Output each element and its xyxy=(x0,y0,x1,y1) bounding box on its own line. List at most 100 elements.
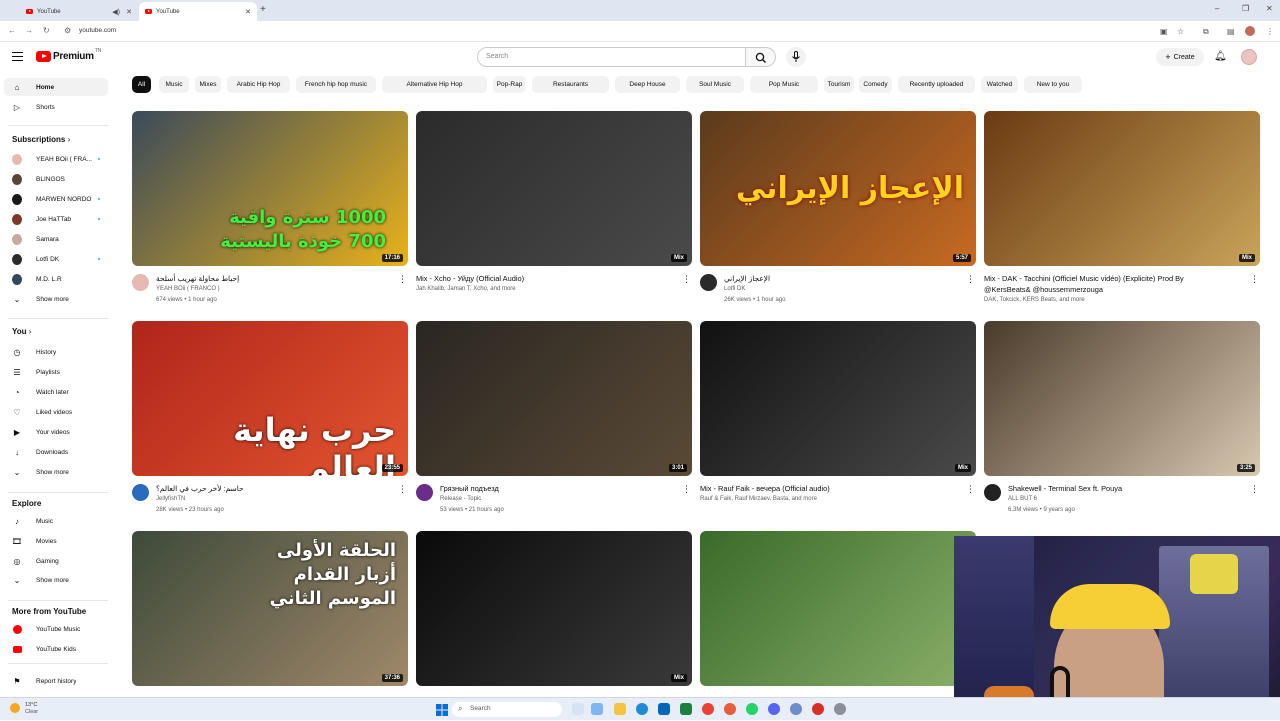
search-button[interactable] xyxy=(746,47,776,67)
channel-name[interactable]: Rauf & Faik, Rauf Mirzaev, Basta, and mo… xyxy=(700,496,817,502)
sidebar-item-playlists[interactable]: ☰ Playlists xyxy=(4,363,108,381)
channel-name[interactable]: ALL BUT 6 xyxy=(1008,496,1037,502)
sidebar-item-joe-hattab[interactable]: Joe HaTTab xyxy=(4,210,108,228)
sidebar-item-youtube-kids[interactable]: YouTube Kids xyxy=(4,640,108,658)
chip-arabic-hip-hop[interactable]: Arabic Hip Hop xyxy=(227,76,290,93)
copilot-icon[interactable] xyxy=(591,703,603,715)
weather-temp[interactable]: 13°C xyxy=(25,702,37,708)
video-card[interactable]: 3:01 Грязный подъезд Release - Topic 53 vie… xyxy=(416,321,692,521)
show-more-button[interactable]: ⌄ Show more xyxy=(4,571,108,589)
forward-icon[interactable]: → xyxy=(25,26,33,35)
store-icon[interactable] xyxy=(658,703,670,715)
chip-mixes[interactable]: Mixes xyxy=(195,76,221,93)
video-thumbnail[interactable]: 1000 سترة واقية 700 خوذة باليستية 17:16 xyxy=(132,111,408,266)
video-card[interactable]: Mix Mix - DAK - Tacchini (Officiel Music … xyxy=(984,111,1260,311)
more-actions-icon[interactable]: ⋮ xyxy=(398,274,407,285)
browser-tab-active[interactable]: YouTube ✕ xyxy=(139,2,257,21)
sidebar-item-history[interactable]: ◷ History xyxy=(4,343,108,361)
chip-pop-rap[interactable]: Pop-Rap xyxy=(493,76,526,93)
video-title[interactable]: Mix - Rauf Faik - вечера (Official audio… xyxy=(700,483,940,494)
notifications-bell-icon[interactable]: 🔔︎ xyxy=(1214,51,1227,62)
chip-restaurants[interactable]: Restaurants xyxy=(532,76,609,93)
more-actions-icon[interactable]: ⋮ xyxy=(1250,274,1259,285)
sidebar-item-m-d-l-r[interactable]: M.D. L.R xyxy=(4,270,108,288)
sidebar-item-shorts[interactable]: ▷ Shorts xyxy=(4,98,108,116)
video-thumbnail[interactable]: الحلقة الأولى أزبار القدام الموسم الثاني… xyxy=(132,531,408,686)
channel-avatar[interactable] xyxy=(984,484,1001,501)
channel-avatar[interactable] xyxy=(132,274,149,291)
search-input[interactable]: Search xyxy=(477,47,746,67)
video-thumbnail[interactable]: 3:01 xyxy=(416,321,692,476)
sidebar-item-home[interactable]: ⌂ Home xyxy=(4,78,108,96)
cast-icon[interactable]: ▣ xyxy=(1160,27,1168,36)
channel-name[interactable]: JellyfishTN xyxy=(156,496,185,502)
back-icon[interactable]: ← xyxy=(8,26,16,35)
channel-name[interactable]: Jah Khalib, Jaman T, Xcho, and more xyxy=(416,286,516,292)
windows-start-icon[interactable] xyxy=(436,703,448,716)
video-thumbnail[interactable]: Mix xyxy=(984,111,1260,266)
window-close-icon[interactable]: ✕ xyxy=(1266,4,1273,13)
file-explorer-icon[interactable] xyxy=(614,703,626,715)
discord-icon[interactable] xyxy=(768,703,780,715)
chip-all[interactable]: All xyxy=(132,76,151,93)
url-field[interactable]: youtube.com xyxy=(79,27,116,34)
video-card[interactable]: الإعجاز الإيراني 5:57 الإعجاز الإيراني Lotf… xyxy=(700,111,976,311)
extensions-icon[interactable]: ⧉ xyxy=(1203,27,1209,37)
video-thumbnail[interactable]: Mix xyxy=(416,111,692,266)
video-thumbnail[interactable]: Mix xyxy=(700,531,976,686)
video-card[interactable]: Mix Mix - Rauf Faik - вечера (Official au… xyxy=(700,321,976,521)
sidebar-item-movies[interactable]: 🎞︎ Movies xyxy=(4,532,108,550)
chip-soul-music[interactable]: Soul Music xyxy=(686,76,744,93)
video-card[interactable]: 3:25 Shakewell - Terminal Sex ft. Pouya AL… xyxy=(984,321,1260,521)
video-title[interactable]: إحباط محاولة تهريب أسلحة xyxy=(156,273,396,284)
more-actions-icon[interactable]: ⋮ xyxy=(682,274,691,285)
video-card[interactable]: الحلقة الأولى أزبار القدام الموسم الثاني… xyxy=(132,531,408,691)
chip-recently-uploaded[interactable]: Recently uploaded xyxy=(898,76,975,93)
chrome-icon[interactable] xyxy=(702,703,714,715)
more-actions-icon[interactable]: ⋮ xyxy=(398,484,407,495)
channel-avatar[interactable] xyxy=(132,484,149,501)
video-title[interactable]: Грязный подъезд xyxy=(440,483,680,494)
sidepanel-icon[interactable]: ▤ xyxy=(1227,27,1235,36)
widgets-icon[interactable] xyxy=(572,703,584,715)
channel-avatar[interactable] xyxy=(416,484,433,501)
chip-music[interactable]: Music xyxy=(159,76,189,93)
video-title[interactable]: Mix - Xcho - Уйду (Official Audio) xyxy=(416,273,656,284)
chip-comedy[interactable]: Comedy xyxy=(859,76,892,93)
video-title[interactable]: Shakewell - Terminal Sex ft. Pouya xyxy=(1008,483,1248,494)
video-card[interactable]: Mix xyxy=(700,531,976,691)
weather-desc[interactable]: Clear xyxy=(25,709,38,715)
video-title[interactable]: Mix - DAK - Tacchini (Officiel Music vid… xyxy=(984,273,1224,295)
youtube-premium-logo[interactable]: Premium TN xyxy=(36,48,101,62)
minimize-icon[interactable]: – xyxy=(1215,4,1219,13)
sidebar-item-lotfi-dk[interactable]: Lotfi DK xyxy=(4,250,108,268)
sidebar-item-watch-later[interactable]: ◔ Watch later xyxy=(4,383,108,401)
more-menu-icon[interactable]: ⋮ xyxy=(1266,27,1274,36)
video-card[interactable]: Mix xyxy=(416,531,692,691)
maximize-icon[interactable]: ❐ xyxy=(1242,4,1249,13)
sidebar-item-blingos[interactable]: BLINGOS xyxy=(4,170,108,188)
video-card[interactable]: حرب نهاية العالم 23:55 حاسم: لأخر حرب في ا… xyxy=(132,321,408,521)
video-thumbnail[interactable]: Mix xyxy=(416,531,692,686)
site-info-icon[interactable]: ⚙ xyxy=(64,26,71,35)
video-card[interactable]: 1000 سترة واقية 700 خوذة باليستية 17:16 إح… xyxy=(132,111,408,311)
sidebar-item-report-history[interactable]: ⚑ Report history xyxy=(4,672,108,690)
create-button[interactable]: + Create xyxy=(1156,48,1204,66)
browser-tab[interactable]: YouTube ◀) ✕ xyxy=(20,2,138,21)
account-avatar[interactable] xyxy=(1241,49,1257,65)
audio-icon[interactable]: ◀) xyxy=(112,8,120,16)
sidebar-item-liked-videos[interactable]: ♡ Liked videos xyxy=(4,403,108,421)
sidebar-item-downloads[interactable]: ↓ Downloads xyxy=(4,443,108,461)
more-actions-icon[interactable]: ⋮ xyxy=(966,274,975,285)
sidebar-item-your-videos[interactable]: ▶ Your videos xyxy=(4,423,108,441)
chip-new-to-you[interactable]: New to you xyxy=(1024,76,1082,93)
you-heading[interactable]: You › xyxy=(12,327,31,336)
chip-deep-house[interactable]: Deep House xyxy=(615,76,680,93)
sidebar-item-music[interactable]: ♪ Music xyxy=(4,512,108,530)
show-more-button[interactable]: ⌄ Show more xyxy=(4,463,108,481)
video-thumbnail[interactable]: الإعجاز الإيراني 5:57 xyxy=(700,111,976,266)
chip-french-hip-hop-music[interactable]: French hip hop music xyxy=(296,76,376,93)
more-actions-icon[interactable]: ⋮ xyxy=(966,484,975,495)
new-tab-button[interactable]: + xyxy=(260,4,266,15)
sidebar-item-marwen-nordo[interactable]: MARWEN NORDO xyxy=(4,190,108,208)
